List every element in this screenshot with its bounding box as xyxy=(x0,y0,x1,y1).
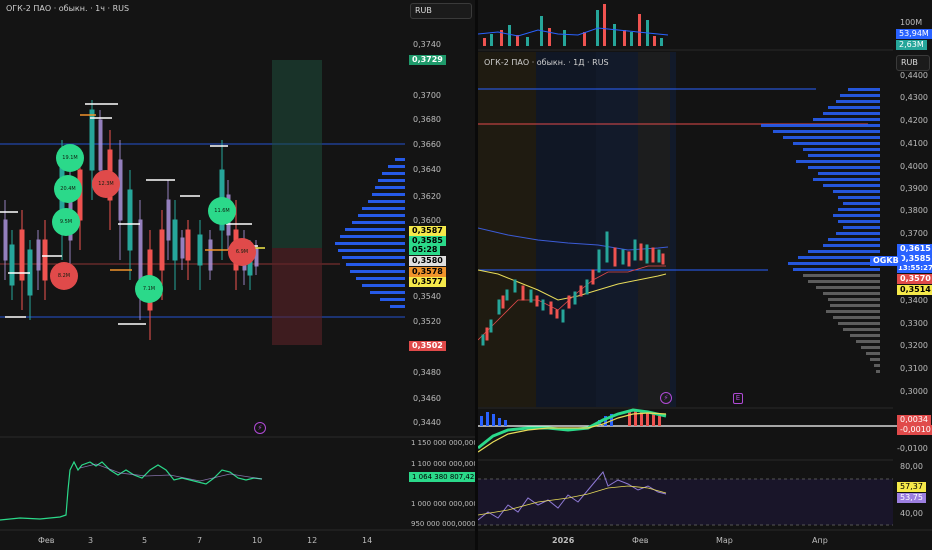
price-tag-target: 0,3729 xyxy=(409,55,446,65)
time-tick: 2026 xyxy=(552,536,575,545)
macd-tag: -0,0010 xyxy=(897,425,932,435)
bar-countdown: 13:55:27 xyxy=(897,263,932,273)
signal-circle-buy[interactable]: 19.1M xyxy=(56,144,84,172)
signal-circle-buy[interactable]: 7.1M xyxy=(135,275,163,303)
indicator-tick: 1 000 000 000,0000 xyxy=(411,500,475,508)
volume-tag: 2,63M xyxy=(896,40,927,50)
price-tag: 0,3578 xyxy=(409,267,446,277)
volume-tick: 100M xyxy=(900,18,923,27)
bar-countdown: 05:28 xyxy=(409,245,441,255)
right-volume-profile-low xyxy=(803,274,880,373)
price-tick: 0,4300 xyxy=(900,93,928,102)
volume-bars xyxy=(483,4,663,46)
price-tick: 0,3100 xyxy=(900,364,928,373)
position-stop-zone xyxy=(272,248,322,345)
time-tick: 10 xyxy=(252,536,263,545)
price-tag: 0,3570 xyxy=(897,274,932,284)
time-tick: 5 xyxy=(142,536,148,545)
right-chart-panel[interactable]: ОГК-2 ПАО · обыкн. · 1Д · RUS RUB ⚡ E 10… xyxy=(478,0,932,550)
price-tick: 0,3300 xyxy=(900,319,928,328)
price-tick: 0,3800 xyxy=(900,206,928,215)
indicator-tick: 1 100 000 000,0000 xyxy=(411,460,475,468)
price-tick: 0,3480 xyxy=(413,368,441,377)
price-tag: 0,3580 xyxy=(409,256,446,266)
time-tick: 7 xyxy=(197,536,203,545)
left-time-axis[interactable]: Фев 3 5 7 10 12 14 xyxy=(0,532,405,550)
price-tag-stop: 0,3502 xyxy=(409,341,446,351)
price-tag: 0,3514 xyxy=(897,285,932,295)
signal-circle-buy[interactable]: 11.6M xyxy=(208,197,236,225)
price-tick: 0,4100 xyxy=(900,139,928,148)
time-tick: Фев xyxy=(632,536,649,545)
right-macd-axis[interactable]: 0,0034 -0,0010 -0,0100 xyxy=(893,408,932,460)
left-indicator-line xyxy=(0,460,263,521)
price-tick: 0,4200 xyxy=(900,116,928,125)
price-tick: 0,3540 xyxy=(413,292,441,301)
time-tick: 3 xyxy=(88,536,94,545)
right-chart-svg[interactable] xyxy=(478,0,932,550)
price-tick: 0,3660 xyxy=(413,140,441,149)
price-tick: 0,3600 xyxy=(413,216,441,225)
right-event-bolt-icon[interactable]: ⚡ xyxy=(660,392,672,404)
time-tick: Мар xyxy=(716,536,733,545)
price-tick: 0,3620 xyxy=(413,192,441,201)
price-tick: 0,3700 xyxy=(413,91,441,100)
right-rsi-axis[interactable]: 80,00 57,37 53,75 40,00 xyxy=(893,460,932,530)
position-target-zone xyxy=(272,60,322,248)
right-chart-title: ОГК-2 ПАО · обыкн. · 1Д · RUS xyxy=(484,58,609,67)
right-time-axis[interactable]: 2026 Фев Мар Апр xyxy=(478,532,893,550)
price-tick: 0,4400 xyxy=(900,71,928,80)
time-tick: Апр xyxy=(812,536,828,545)
left-volume-profile xyxy=(335,158,405,308)
price-tick: 0,3640 xyxy=(413,165,441,174)
price-tick: 0,3000 xyxy=(900,387,928,396)
rsi-tick: 80,00 xyxy=(900,462,923,471)
price-tag: 0,3615 xyxy=(897,244,932,254)
indicator-tick: 1 150 000 000,0000 xyxy=(411,439,475,447)
signal-circle-buy[interactable]: 9.5M xyxy=(52,208,80,236)
time-tick: 14 xyxy=(362,536,373,545)
indicator-tick: 950 000 000,0000 xyxy=(411,520,475,528)
time-tick: Фев xyxy=(38,536,55,545)
macd-signal xyxy=(478,412,667,453)
price-tick: 0,4000 xyxy=(900,162,928,171)
macd-line xyxy=(478,408,667,450)
price-tag: 0,3577 xyxy=(409,277,446,287)
volume-ma-tag: 53,94M xyxy=(896,29,932,39)
left-chart-panel[interactable]: ОГК-2 ПАО · обыкн. · 1ч · RUS RUB 19.1M … xyxy=(0,0,475,550)
price-tick: 0,3740 xyxy=(413,40,441,49)
rsi-ma-tag: 57,37 xyxy=(897,482,926,492)
price-tick: 0,3900 xyxy=(900,184,928,193)
right-event-earnings-icon[interactable]: E xyxy=(733,393,743,404)
rsi-tick: 40,00 xyxy=(900,509,923,518)
price-tick: 0,3520 xyxy=(413,317,441,326)
time-tick: 12 xyxy=(307,536,318,545)
macd-tag: 0,0034 xyxy=(897,415,931,425)
price-tick: 0,3200 xyxy=(900,341,928,350)
left-event-bolt-icon[interactable]: ⚡ xyxy=(254,422,266,434)
left-indicator-axis[interactable]: 1 150 000 000,0000 1 100 000 000,0000 1 … xyxy=(405,437,475,530)
indicator-value-tag: 1 064 380 807,4251 xyxy=(409,472,475,482)
price-tag: 0,3587 xyxy=(409,226,446,236)
signal-circle-buy[interactable]: 20.4M xyxy=(54,175,82,203)
price-tick: 0,3460 xyxy=(413,394,441,403)
price-tick: 0,3680 xyxy=(413,115,441,124)
price-tick: 0,3440 xyxy=(413,418,441,427)
macd-tick: -0,0100 xyxy=(897,444,928,453)
right-volume-profile xyxy=(761,88,880,271)
signal-circle-sell[interactable]: 12.3M xyxy=(92,170,120,198)
symbol-tag: OGKB xyxy=(870,256,902,266)
rsi-tag: 53,75 xyxy=(897,493,926,503)
signal-circle-sell[interactable]: 6.9M xyxy=(228,238,256,266)
price-tick: 0,3700 xyxy=(900,229,928,238)
right-price-axis[interactable]: 0,4400 0,4300 0,4200 0,4100 0,4000 0,390… xyxy=(893,68,932,408)
left-price-axis[interactable]: 0,3740 0,3700 0,3680 0,3660 0,3640 0,362… xyxy=(405,0,475,440)
signal-circle-sell[interactable]: 8.2M xyxy=(50,262,78,290)
price-tick: 0,3400 xyxy=(900,296,928,305)
